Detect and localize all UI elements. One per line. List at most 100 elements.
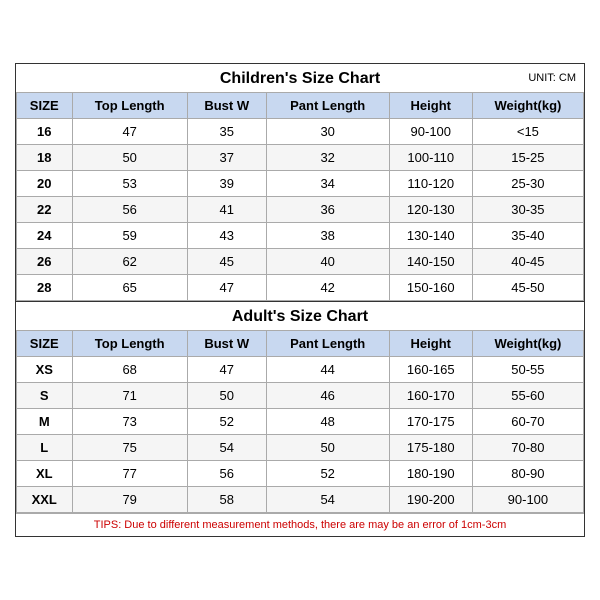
table-cell: 30-35 [472, 197, 583, 223]
table-cell: 50 [187, 383, 266, 409]
table-cell: 44 [266, 357, 389, 383]
col-weight: Weight(kg) [472, 331, 583, 357]
table-cell: 120-130 [389, 197, 472, 223]
table-row: L755450175-18070-80 [17, 435, 584, 461]
table-cell: 62 [72, 249, 187, 275]
table-cell: 43 [187, 223, 266, 249]
table-cell: 48 [266, 409, 389, 435]
table-cell: 150-160 [389, 275, 472, 301]
size-chart: Children's Size Chart UNIT: CM SIZE Top … [15, 63, 585, 537]
unit-label: UNIT: CM [528, 72, 576, 84]
col-size: SIZE [17, 93, 73, 119]
table-cell: 52 [266, 461, 389, 487]
table-row: 24594338130-14035-40 [17, 223, 584, 249]
table-cell: 32 [266, 145, 389, 171]
children-table-header: SIZE Top Length Bust W Pant Length Heigh… [17, 93, 584, 119]
table-cell: 170-175 [389, 409, 472, 435]
table-cell: 37 [187, 145, 266, 171]
table-cell: 46 [266, 383, 389, 409]
table-cell: 16 [17, 119, 73, 145]
table-cell: 90-100 [472, 487, 583, 513]
table-cell: 40-45 [472, 249, 583, 275]
table-row: 18503732100-11015-25 [17, 145, 584, 171]
table-cell: 24 [17, 223, 73, 249]
col-height: Height [389, 93, 472, 119]
table-cell: 47 [187, 357, 266, 383]
table-cell: 160-170 [389, 383, 472, 409]
table-cell: XS [17, 357, 73, 383]
table-cell: 26 [17, 249, 73, 275]
col-pant-length: Pant Length [266, 93, 389, 119]
table-cell: 39 [187, 171, 266, 197]
table-cell: 79 [72, 487, 187, 513]
children-header-row: SIZE Top Length Bust W Pant Length Heigh… [17, 93, 584, 119]
children-section-title: Children's Size Chart UNIT: CM [16, 64, 584, 92]
table-row: M735248170-17560-70 [17, 409, 584, 435]
col-bust-w: Bust W [187, 331, 266, 357]
table-cell: 50-55 [472, 357, 583, 383]
table-cell: 52 [187, 409, 266, 435]
table-row: XL775652180-19080-90 [17, 461, 584, 487]
table-cell: 36 [266, 197, 389, 223]
table-row: 1647353090-100<15 [17, 119, 584, 145]
table-cell: 41 [187, 197, 266, 223]
table-cell: 180-190 [389, 461, 472, 487]
table-cell: 34 [266, 171, 389, 197]
table-cell: 38 [266, 223, 389, 249]
table-cell: 56 [72, 197, 187, 223]
table-cell: 28 [17, 275, 73, 301]
col-size: SIZE [17, 331, 73, 357]
table-cell: 160-165 [389, 357, 472, 383]
adult-table-body: XS684744160-16550-55S715046160-17055-60M… [17, 357, 584, 513]
table-row: XXL795854190-20090-100 [17, 487, 584, 513]
tips-text: TIPS: Due to different measurement metho… [16, 513, 584, 536]
table-cell: 25-30 [472, 171, 583, 197]
col-top-length: Top Length [72, 331, 187, 357]
table-cell: 55-60 [472, 383, 583, 409]
table-cell: 59 [72, 223, 187, 249]
table-cell: 175-180 [389, 435, 472, 461]
col-bust-w: Bust W [187, 93, 266, 119]
table-cell: 71 [72, 383, 187, 409]
table-cell: 45-50 [472, 275, 583, 301]
table-cell: 130-140 [389, 223, 472, 249]
children-table-body: 1647353090-100<1518503732100-11015-25205… [17, 119, 584, 301]
table-cell: 73 [72, 409, 187, 435]
table-cell: 70-80 [472, 435, 583, 461]
children-title-text: Children's Size Chart [220, 70, 380, 87]
col-height: Height [389, 331, 472, 357]
table-cell: 47 [72, 119, 187, 145]
table-cell: 35-40 [472, 223, 583, 249]
table-cell: <15 [472, 119, 583, 145]
table-cell: 90-100 [389, 119, 472, 145]
table-cell: 190-200 [389, 487, 472, 513]
table-row: S715046160-17055-60 [17, 383, 584, 409]
table-cell: 18 [17, 145, 73, 171]
table-cell: 20 [17, 171, 73, 197]
table-cell: 140-150 [389, 249, 472, 275]
table-cell: 50 [266, 435, 389, 461]
table-cell: 47 [187, 275, 266, 301]
table-cell: 54 [266, 487, 389, 513]
table-cell: XL [17, 461, 73, 487]
table-cell: 60-70 [472, 409, 583, 435]
table-cell: 42 [266, 275, 389, 301]
col-weight: Weight(kg) [472, 93, 583, 119]
table-row: 20533934110-12025-30 [17, 171, 584, 197]
adult-title-text: Adult's Size Chart [232, 308, 368, 325]
table-cell: 80-90 [472, 461, 583, 487]
table-cell: 54 [187, 435, 266, 461]
table-row: 28654742150-16045-50 [17, 275, 584, 301]
col-top-length: Top Length [72, 93, 187, 119]
table-cell: 30 [266, 119, 389, 145]
table-cell: L [17, 435, 73, 461]
table-cell: 56 [187, 461, 266, 487]
table-cell: S [17, 383, 73, 409]
table-cell: 68 [72, 357, 187, 383]
table-cell: 40 [266, 249, 389, 275]
table-cell: 58 [187, 487, 266, 513]
table-cell: 75 [72, 435, 187, 461]
table-cell: 100-110 [389, 145, 472, 171]
adult-table-header: SIZE Top Length Bust W Pant Length Heigh… [17, 331, 584, 357]
children-table: SIZE Top Length Bust W Pant Length Heigh… [16, 92, 584, 301]
